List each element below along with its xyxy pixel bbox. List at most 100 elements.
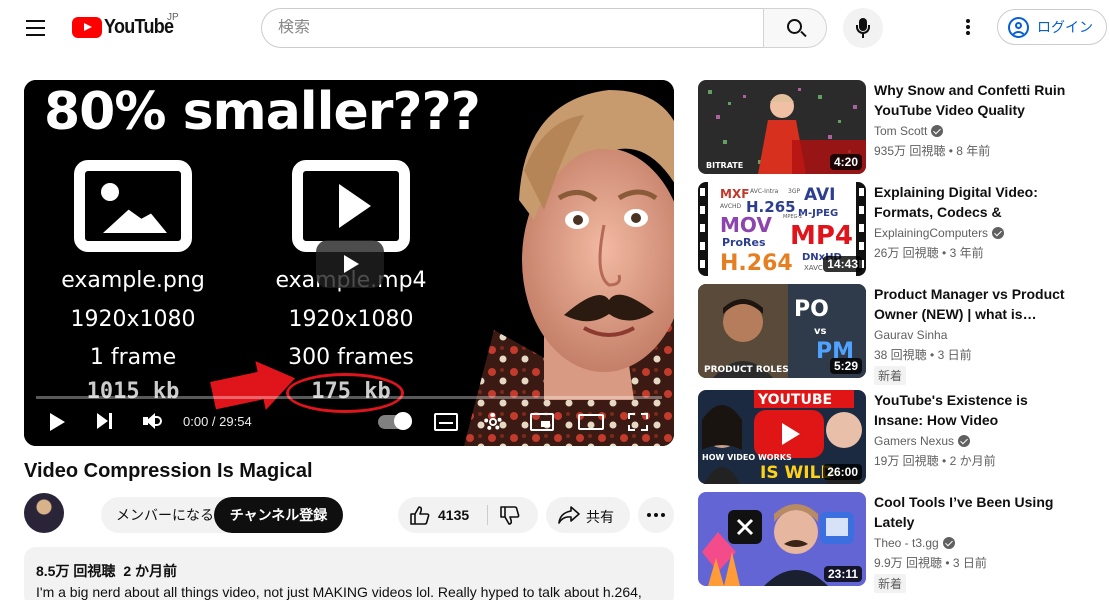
gear-icon[interactable]	[484, 413, 502, 431]
related-video-title: Cool Tools I’ve Been Using Lately	[874, 494, 1054, 530]
video-thumbnail: PO vs PM PRODUCT ROLES 5:29	[698, 284, 866, 378]
search-box	[261, 8, 763, 48]
guide-menu-button[interactable]	[22, 14, 50, 42]
login-label: ログイン	[1037, 19, 1093, 35]
related-video-channel: Gaurav Sinha	[874, 328, 947, 342]
channel-name: Gamers Nexus	[874, 434, 955, 448]
svg-text:ProRes: ProRes	[722, 236, 766, 249]
related-video-meta: 19万 回視聴2 か月前	[874, 452, 996, 469]
related-video-item[interactable]: PO vs PM PRODUCT ROLES 5:29 Product Mana…	[698, 284, 1098, 385]
related-video-item[interactable]: YOUTUBE HOW VIDEO WORKS IS WILD 26:00 Yo…	[698, 390, 1098, 484]
related-video-channel: Theo - t3.gg	[874, 536, 955, 550]
view-count: 8.5万 回視聴	[36, 563, 116, 579]
logo-text: YouTube	[104, 16, 174, 38]
svg-text:MXF: MXF	[720, 187, 749, 201]
channel-avatar[interactable]	[24, 493, 64, 533]
video-player[interactable]: 80% smaller??? example.png 1920x1080 1 f…	[24, 80, 674, 446]
thumbs-down-icon	[500, 506, 520, 525]
time-display: 0:00 / 29:54	[183, 414, 252, 429]
share-label: 共有	[586, 509, 614, 525]
description-box[interactable]: 8.5万 回視聴 2 か月前 I'm a big nerd about all t…	[24, 547, 674, 600]
upload-age: 2 か月前	[939, 454, 996, 468]
region-label: JP	[167, 12, 179, 23]
player-controls: 0:00 / 29:54	[24, 404, 674, 440]
related-video-item[interactable]: BITRATE 4:20 Why Snow and Confetti Ruin …	[698, 80, 1098, 174]
share-button[interactable]: 共有	[546, 497, 630, 533]
related-video-item[interactable]: 23:11 Cool Tools I’ve Been Using Lately …	[698, 492, 1098, 593]
upload-age: 3 年前	[939, 246, 984, 260]
thumbs-up-icon	[410, 506, 430, 525]
fullscreen-icon[interactable]	[628, 413, 648, 431]
related-video-channel: Gamers Nexus	[874, 434, 971, 448]
new-badge: 新着	[874, 574, 907, 593]
video-duration: 23:11	[823, 566, 862, 582]
new-badge: 新着	[874, 366, 907, 385]
video-thumbnail: YOUTUBE HOW VIDEO WORKS IS WILD 26:00	[698, 390, 866, 484]
video-thumbnail: BITRATE 4:20	[698, 80, 866, 174]
related-video-title: YouTube's Existence is Insane: How Video…	[874, 392, 1028, 428]
png-filename: example.png	[61, 268, 205, 293]
masthead: YouTube JP ログイン	[0, 0, 1109, 56]
progress-bar[interactable]	[36, 396, 662, 399]
upload-age: 8 年前	[945, 144, 990, 158]
dislike-button[interactable]	[488, 497, 538, 533]
upload-age: 3 日前	[927, 348, 972, 362]
mp4-frames: 300 frames	[288, 345, 414, 370]
theater-mode-icon[interactable]	[578, 414, 604, 430]
verified-icon	[958, 435, 971, 447]
video-duration: 14:43	[823, 256, 862, 272]
png-frames: 1 frame	[89, 345, 177, 370]
settings-menu-button[interactable]	[956, 16, 980, 40]
svg-text:vs: vs	[814, 326, 827, 337]
search-button[interactable]	[763, 8, 827, 48]
verified-icon	[942, 537, 955, 549]
svg-text:AVC-Intra: AVC-Intra	[750, 188, 779, 195]
voice-search-button[interactable]	[843, 8, 883, 48]
svg-text:H.264: H.264	[720, 251, 793, 276]
more-actions-button[interactable]	[638, 497, 674, 533]
video-thumbnail: MXF AVC-Intra 3GP AVI AVCHD H.265 MPEG-2…	[698, 182, 866, 276]
channel-name: ExplainingComputers	[874, 226, 989, 240]
svg-text:XAVC: XAVC	[804, 264, 823, 272]
upload-age: 3 日前	[942, 556, 987, 570]
subscribe-button[interactable]: チャンネル登録	[214, 497, 343, 533]
video-duration: 26:00	[823, 464, 862, 480]
youtube-logo[interactable]: YouTube	[72, 16, 181, 39]
related-video-item[interactable]: MXF AVC-Intra 3GP AVI AVCHD H.265 MPEG-2…	[698, 182, 1098, 276]
related-video-title: Product Manager vs Product Owner (NEW) |…	[874, 286, 1065, 322]
video-thumbnail: 23:11	[698, 492, 866, 586]
youtube-play-icon	[72, 17, 102, 38]
svg-text:PO: PO	[794, 297, 829, 322]
play-icon[interactable]	[50, 413, 65, 431]
search-input[interactable]	[278, 19, 763, 37]
video-duration: 5:29	[829, 358, 862, 374]
volume-icon[interactable]	[142, 413, 164, 431]
large-play-button[interactable]	[316, 240, 384, 288]
png-stats: example.png 1920x1080 1 frame 1015 kb	[44, 80, 222, 446]
autoplay-toggle-icon[interactable]	[378, 412, 412, 430]
video-title: Video Compression Is Magical	[24, 460, 313, 482]
svg-text:M-JPEG: M-JPEG	[798, 208, 838, 219]
login-button[interactable]: ログイン	[997, 9, 1107, 45]
svg-text:HOW VIDEO WORKS: HOW VIDEO WORKS	[702, 453, 792, 462]
next-icon[interactable]	[96, 413, 114, 431]
related-video-meta: 9.9万 回視聴3 日前	[874, 554, 987, 571]
related-video-meta: 26万 回視聴3 年前	[874, 244, 984, 261]
png-size: 1015 kb	[86, 379, 180, 404]
channel-name: Gaurav Sinha	[874, 328, 948, 342]
view-count: 19万 回視聴	[874, 454, 939, 468]
svg-text:3GP: 3GP	[788, 188, 800, 195]
upload-date: 2 か月前	[123, 563, 178, 579]
channel-name: Theo - t3.gg	[874, 536, 939, 550]
channel-name: Tom Scott	[874, 124, 928, 138]
svg-text:MOV: MOV	[720, 213, 772, 237]
subtitles-icon[interactable]	[434, 413, 458, 431]
description-meta: 8.5万 回視聴 2 か月前	[36, 561, 662, 581]
description-text: I'm a big nerd about all things video, n…	[36, 584, 642, 600]
video-duration: 4:20	[829, 154, 862, 170]
miniplayer-icon[interactable]	[530, 413, 554, 431]
share-icon	[558, 506, 580, 524]
related-video-meta: 38 回視聴3 日前	[874, 346, 972, 363]
like-button[interactable]: 4135	[398, 497, 486, 533]
svg-text:MP4: MP4	[790, 221, 853, 251]
